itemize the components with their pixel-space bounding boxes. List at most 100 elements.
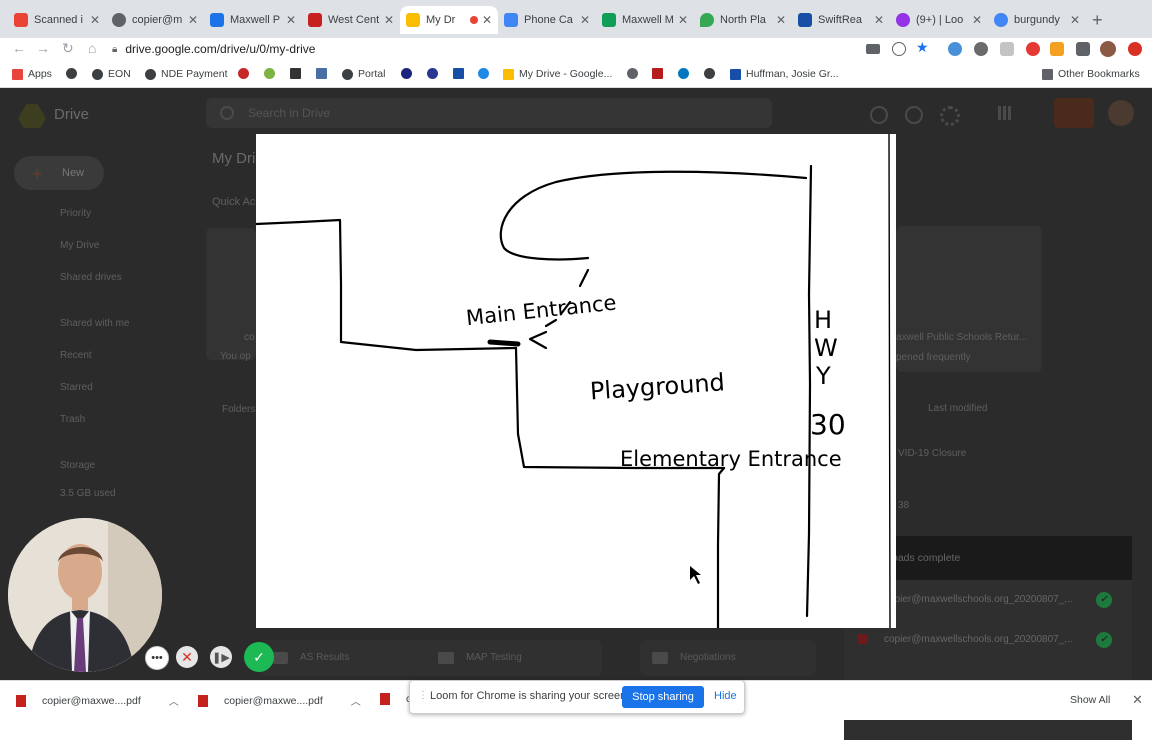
- apps-grid-icon[interactable]: [998, 106, 1012, 120]
- drawing-canvas[interactable]: Main Entrance Playground Elementary Entr…: [256, 134, 896, 628]
- browser-tab[interactable]: Scanned i ✕: [8, 6, 106, 34]
- browser-tab[interactable]: Maxwell P ✕: [204, 6, 302, 34]
- sidebar-item-shared-drives[interactable]: Shared drives: [60, 272, 122, 283]
- folder-item[interactable]: MAP Testing: [426, 640, 602, 676]
- sidebar-item-storage[interactable]: Storage: [60, 460, 95, 471]
- stop-sharing-button[interactable]: Stop sharing: [622, 686, 704, 708]
- hide-button[interactable]: Hide: [714, 690, 737, 702]
- close-tab-icon[interactable]: ✕: [776, 13, 786, 27]
- sidebar-item-shared-with-me[interactable]: Shared with me: [60, 318, 129, 329]
- bookmark-apps[interactable]: Apps: [12, 68, 52, 80]
- browser-tab-active[interactable]: My Dr ✕: [400, 6, 498, 34]
- avatar[interactable]: [1108, 100, 1134, 126]
- folder-item[interactable]: Negotiations: [640, 640, 816, 676]
- cancel-recording-icon[interactable]: ✕: [176, 646, 198, 668]
- close-tab-icon[interactable]: ✕: [90, 13, 100, 27]
- puzzle-icon[interactable]: [1076, 42, 1090, 56]
- drag-handle-icon[interactable]: ⋮: [418, 690, 428, 701]
- browser-tab[interactable]: Phone Ca ✕: [498, 6, 596, 34]
- update-icon[interactable]: [1128, 42, 1142, 56]
- browser-tab[interactable]: copier@m ✕: [106, 6, 204, 34]
- sidebar-item-priority[interactable]: Priority: [60, 208, 91, 219]
- bookmark-item[interactable]: [401, 68, 417, 79]
- browser-tab[interactable]: (9+) | Loo ✕: [890, 6, 988, 34]
- other-bookmarks[interactable]: Other Bookmarks: [1042, 68, 1140, 80]
- new-tab-icon[interactable]: +: [1092, 10, 1103, 31]
- help-icon[interactable]: [905, 106, 923, 124]
- star-icon[interactable]: ★: [916, 39, 930, 55]
- quick-access-card[interactable]: [896, 226, 1042, 372]
- browser-tab[interactable]: burgundy ✕: [988, 6, 1086, 34]
- extension-icon[interactable]: [1026, 42, 1040, 56]
- browser-tab[interactable]: SwiftRea ✕: [792, 6, 890, 34]
- quick-access-heading: Quick Ac: [212, 196, 256, 208]
- bookmark-item[interactable]: [678, 68, 694, 79]
- drive-logo-text: Drive: [54, 106, 90, 123]
- address-bar[interactable]: 🔒︎ drive.google.com/drive/u/0/my-drive: [112, 38, 852, 60]
- bookmark-eon[interactable]: EON: [92, 68, 131, 80]
- bookmark-item[interactable]: [704, 68, 720, 79]
- pause-recording-icon[interactable]: ❚▶: [210, 646, 232, 668]
- browser-tab[interactable]: Maxwell M ✕: [596, 6, 694, 34]
- search-bar[interactable]: Search in Drive: [206, 98, 772, 128]
- sidebar-item-trash[interactable]: Trash: [60, 414, 85, 425]
- folder-item[interactable]: AS Results: [260, 640, 436, 676]
- bookmark-item[interactable]: [478, 68, 494, 79]
- close-tab-icon[interactable]: ✕: [482, 13, 492, 27]
- close-tab-icon[interactable]: ✕: [286, 13, 296, 27]
- bookmark-item[interactable]: [66, 68, 82, 79]
- bookmark-item[interactable]: [264, 68, 280, 79]
- bookmark-item[interactable]: [627, 68, 643, 79]
- download-item[interactable]: copier@maxwe....pdf ︿: [16, 693, 179, 708]
- extension-icon[interactable]: [1050, 42, 1064, 56]
- reload-icon[interactable]: ↻: [62, 40, 74, 57]
- camera-icon[interactable]: [866, 44, 880, 54]
- loop-icon: [896, 13, 910, 27]
- extension-icon[interactable]: [948, 42, 962, 56]
- browser-tab[interactable]: North Pla ✕: [694, 6, 792, 34]
- avatar[interactable]: [1100, 41, 1116, 57]
- download-item[interactable]: copier@maxwe....pdf ︿: [198, 693, 361, 708]
- settings-icon[interactable]: [940, 106, 960, 126]
- tab-strip: Scanned i ✕ copier@m ✕ Maxwell P ✕ West Cen…: [0, 0, 1152, 38]
- bookmark-item[interactable]: [453, 68, 469, 79]
- sidebar-item-starred[interactable]: Starred: [60, 382, 93, 393]
- show-all-button[interactable]: Show All: [1070, 694, 1110, 706]
- bookmark-item[interactable]: [290, 68, 306, 79]
- bookmark-nde-payment[interactable]: NDE Payment: [145, 68, 228, 80]
- bookmark-my-drive[interactable]: My Drive - Google...: [503, 68, 612, 80]
- chevron-up-icon[interactable]: ︿: [351, 693, 361, 708]
- chevron-up-icon[interactable]: ︿: [169, 693, 179, 708]
- forward-icon[interactable]: →: [36, 40, 50, 56]
- close-tab-icon[interactable]: ✕: [972, 13, 982, 27]
- extension-icon[interactable]: [974, 42, 988, 56]
- back-icon[interactable]: ←: [12, 40, 26, 56]
- close-tab-icon[interactable]: ✕: [874, 13, 884, 27]
- finish-recording-icon[interactable]: ✓: [244, 642, 274, 672]
- more-options-icon[interactable]: •••: [145, 646, 169, 670]
- sidebar-item-recent[interactable]: Recent: [60, 350, 92, 361]
- webcam-bubble[interactable]: [8, 518, 162, 672]
- file-name[interactable]: VID-19 Closure: [898, 448, 966, 459]
- sort-last-modified[interactable]: Last modified: [928, 403, 987, 414]
- close-tab-icon[interactable]: ✕: [678, 13, 688, 27]
- bookmark-item[interactable]: [316, 68, 332, 79]
- zoom-icon[interactable]: [892, 42, 906, 56]
- offline-icon[interactable]: [870, 106, 888, 124]
- bookmark-huffman[interactable]: Huffman, Josie Gr...: [730, 68, 839, 80]
- browser-tab[interactable]: West Cent ✕: [302, 6, 400, 34]
- close-shelf-icon[interactable]: ✕: [1132, 692, 1143, 708]
- bookmark-item[interactable]: [652, 68, 668, 79]
- bookmark-item[interactable]: [238, 68, 254, 79]
- close-tab-icon[interactable]: ✕: [384, 13, 394, 27]
- close-tab-icon[interactable]: ✕: [1070, 13, 1080, 27]
- bookmark-item[interactable]: [427, 68, 443, 79]
- sidebar-item-my-drive[interactable]: My Drive: [60, 240, 99, 251]
- home-icon[interactable]: ⌂: [88, 40, 96, 56]
- close-tab-icon[interactable]: ✕: [580, 13, 590, 27]
- extension-icon[interactable]: [1000, 42, 1014, 56]
- close-tab-icon[interactable]: ✕: [188, 13, 198, 27]
- new-button[interactable]: New +: [14, 156, 104, 190]
- file-name[interactable]: 38: [898, 500, 909, 511]
- bookmark-portal[interactable]: Portal: [342, 68, 385, 80]
